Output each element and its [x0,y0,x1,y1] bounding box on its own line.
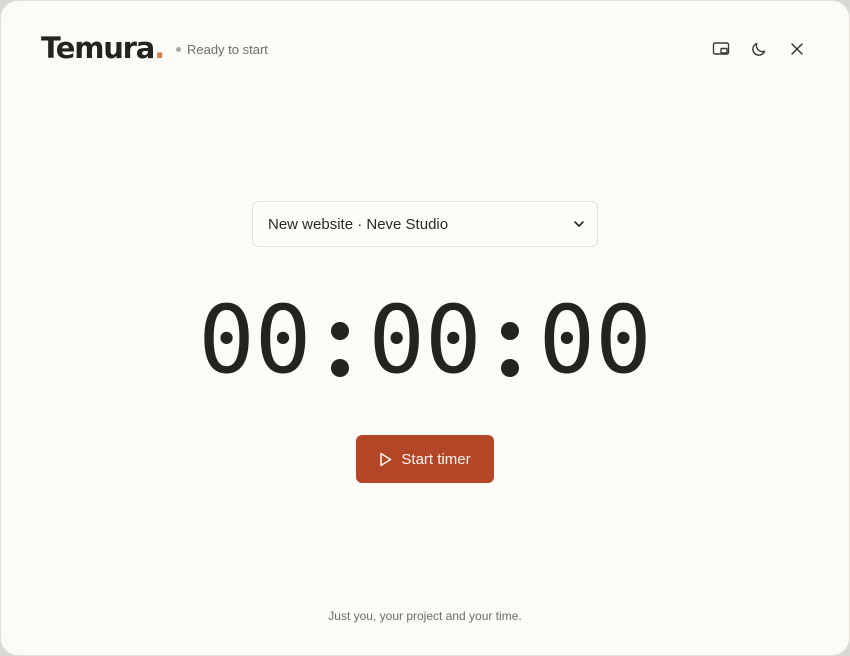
start-timer-label: Start timer [401,450,471,468]
footer-tagline: Just you, your project and your time. [328,609,522,623]
header: Temura. Ready to start [41,31,268,65]
status-indicator: Ready to start [175,41,268,57]
dark-mode-button[interactable] [747,37,771,61]
timer-hours: 00 [198,286,312,395]
timer-display: 00 00 00 [1,291,849,391]
timer-separator [482,291,539,391]
timer-minutes: 00 [368,286,482,395]
timer-separator [311,291,368,391]
play-icon [380,452,392,466]
chevron-down-icon [574,221,584,227]
app-window: Temura. Ready to start New website · Nev… [0,0,850,656]
window-controls [709,37,809,61]
status-text: Ready to start [186,41,268,57]
logo: Temura. [41,31,165,65]
start-timer-button[interactable]: Start timer [356,435,494,483]
moon-icon [752,42,766,56]
timer-seconds: 00 [538,286,652,395]
logo-dot: . [154,31,165,65]
status-dot [175,46,181,52]
close-button[interactable] [785,37,809,61]
picture-in-picture-icon [712,42,730,55]
logo-text: Temura [41,31,155,65]
picture-in-picture-button[interactable] [709,37,733,61]
close-icon [791,43,803,55]
project-select[interactable]: New website · Neve Studio [252,201,598,247]
project-select-value: New website · Neve Studio [268,215,449,233]
